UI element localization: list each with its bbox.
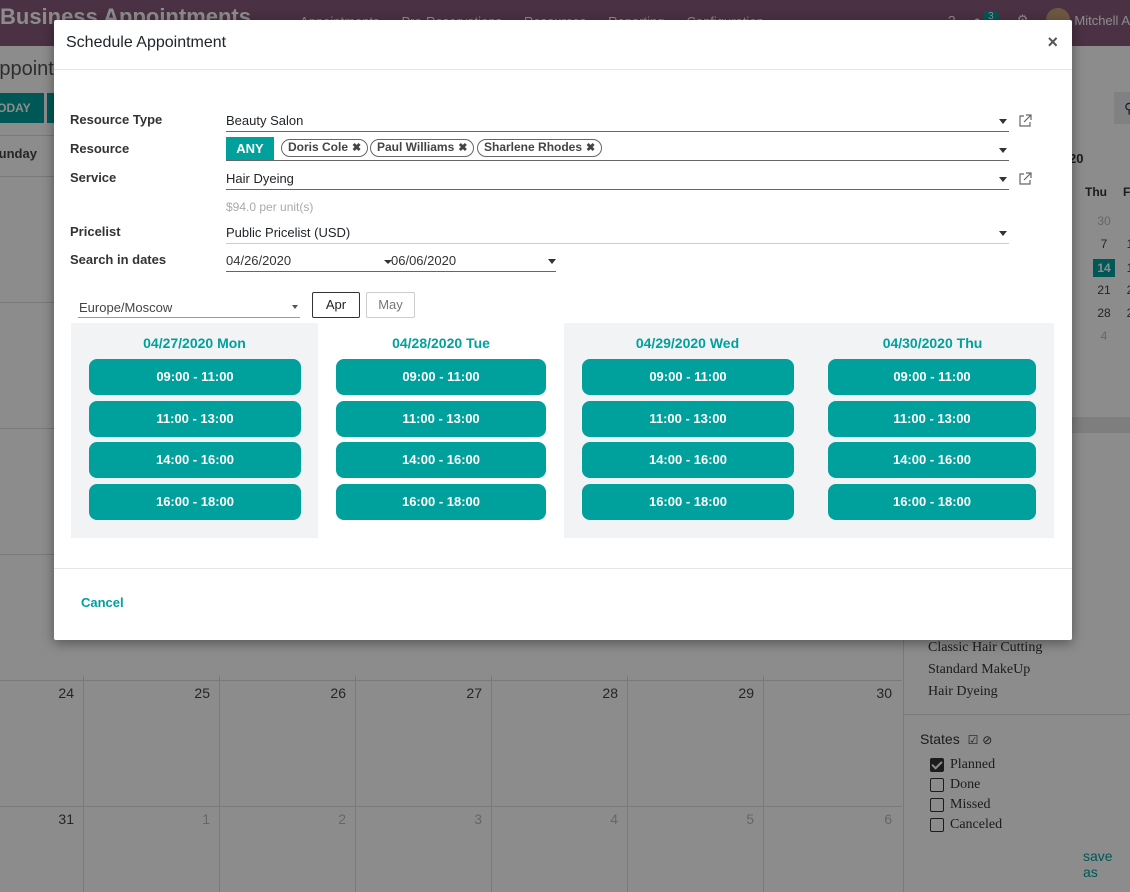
day-title: 04/27/2020 Mon	[143, 335, 246, 351]
external-link-icon[interactable]	[1018, 114, 1032, 128]
remove-tag-icon[interactable]: ✖	[458, 142, 467, 154]
unit-price-text: $94.0 per unit(s)	[226, 200, 314, 214]
time-slot-button[interactable]: 14:00 - 16:00	[828, 442, 1036, 478]
chevron-down-icon[interactable]	[999, 119, 1007, 124]
pricelist-label: Pricelist	[70, 224, 121, 239]
time-slot-button[interactable]: 11:00 - 13:00	[336, 401, 546, 437]
time-slot-button[interactable]: 14:00 - 16:00	[582, 442, 794, 478]
chevron-down-icon[interactable]	[548, 259, 556, 264]
modal-footer: Cancel	[54, 568, 1072, 640]
close-icon[interactable]: ×	[1047, 32, 1058, 53]
time-slot-button[interactable]: 11:00 - 13:00	[89, 401, 301, 437]
time-slot-button[interactable]: 16:00 - 18:00	[336, 484, 546, 520]
resource-tag: Doris Cole ✖	[281, 139, 369, 157]
time-slot-button[interactable]: 09:00 - 11:00	[89, 359, 301, 395]
resource-tag: Paul Williams ✖	[370, 139, 475, 157]
date-range-field: 04/26/2020 06/06/2020	[226, 250, 556, 272]
cancel-button[interactable]: Cancel	[81, 595, 124, 610]
time-slot-button[interactable]: 09:00 - 11:00	[828, 359, 1036, 395]
date-to-input[interactable]: 06/06/2020	[391, 253, 456, 268]
timezone-value: Europe/Moscow	[79, 300, 173, 315]
remove-tag-icon[interactable]: ✖	[586, 142, 595, 154]
day-column: 04/27/2020 Mon 09:00 - 11:00 11:00 - 13:…	[71, 323, 318, 538]
time-slot-button[interactable]: 16:00 - 18:00	[89, 484, 301, 520]
day-column: 04/30/2020 Thu 09:00 - 11:00 11:00 - 13:…	[811, 323, 1054, 538]
modal-title: Schedule Appointment	[66, 34, 227, 51]
pricelist-value: Public Pricelist (USD)	[226, 225, 351, 240]
chevron-down-icon[interactable]	[999, 148, 1007, 153]
modal-header: Schedule Appointment ×	[54, 20, 1072, 70]
time-slot-button[interactable]: 11:00 - 13:00	[582, 401, 794, 437]
pricelist-select[interactable]: Public Pricelist (USD)	[226, 222, 1009, 244]
chevron-down-icon[interactable]	[999, 177, 1007, 182]
slot-grid: 04/27/2020 Mon 09:00 - 11:00 11:00 - 13:…	[71, 323, 1054, 538]
day-title: 04/28/2020 Tue	[392, 335, 490, 351]
service-select[interactable]: Hair Dyeing	[226, 168, 1009, 190]
chevron-down-icon[interactable]	[292, 305, 298, 309]
resource-tag: Sharlene Rhodes ✖	[477, 139, 603, 157]
date-from-input[interactable]: 04/26/2020	[226, 253, 291, 268]
day-title: 04/30/2020 Thu	[882, 335, 983, 351]
time-slot-button[interactable]: 14:00 - 16:00	[336, 442, 546, 478]
time-slot-button[interactable]: 09:00 - 11:00	[336, 359, 546, 395]
schedule-appointment-dialog: Schedule Appointment × Resource Type Bea…	[54, 20, 1072, 640]
time-slot-button[interactable]: 11:00 - 13:00	[828, 401, 1036, 437]
month-button-apr[interactable]: Apr	[312, 292, 360, 318]
day-column: 04/28/2020 Tue 09:00 - 11:00 11:00 - 13:…	[318, 323, 564, 538]
timezone-select[interactable]: Europe/Moscow	[78, 297, 300, 318]
resource-many2many[interactable]: ANY Doris Cole ✖ Paul Williams ✖ Sharlene …	[226, 137, 1009, 161]
time-slot-button[interactable]: 14:00 - 16:00	[89, 442, 301, 478]
service-value: Hair Dyeing	[226, 171, 294, 186]
time-slot-button[interactable]: 09:00 - 11:00	[582, 359, 794, 395]
any-resource-button[interactable]: ANY	[226, 137, 274, 160]
day-title: 04/29/2020 Wed	[635, 335, 740, 351]
time-slot-button[interactable]: 16:00 - 18:00	[582, 484, 794, 520]
time-slot-button[interactable]: 16:00 - 18:00	[828, 484, 1036, 520]
resource-type-value: Beauty Salon	[226, 113, 304, 128]
resource-type-label: Resource Type	[70, 112, 163, 127]
service-label: Service	[70, 170, 117, 185]
month-button-may[interactable]: May	[366, 292, 415, 318]
remove-tag-icon[interactable]: ✖	[352, 142, 361, 154]
search-dates-label: Search in dates	[70, 252, 167, 267]
external-link-icon[interactable]	[1018, 172, 1032, 186]
day-column: 04/29/2020 Wed 09:00 - 11:00 11:00 - 13:…	[564, 323, 811, 538]
resource-label: Resource	[70, 141, 130, 156]
resource-type-select[interactable]: Beauty Salon	[226, 110, 1009, 132]
chevron-down-icon[interactable]	[999, 231, 1007, 236]
